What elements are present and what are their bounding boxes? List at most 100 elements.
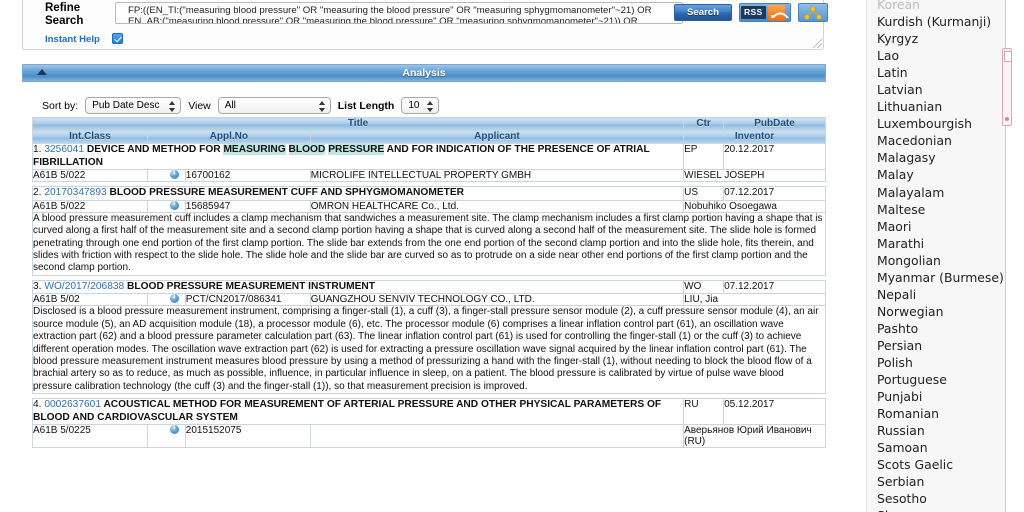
language-item[interactable]: Marathi (877, 235, 1005, 252)
resize-grip-icon[interactable] (813, 39, 822, 48)
result-inventor: WIESEL JOSEPH (683, 169, 826, 183)
language-item[interactable]: Samoan (877, 439, 1005, 456)
language-item[interactable]: Lithuanian (877, 98, 1005, 115)
language-item[interactable]: Maori (877, 218, 1005, 235)
result-int-class: A61B 5/022 (32, 199, 148, 213)
language-item[interactable]: Malayalam (877, 184, 1005, 201)
refine-label-line2: Search (45, 15, 84, 27)
header-applicant[interactable]: Applicant (309, 130, 685, 144)
publication-number-link[interactable]: 20170347893 (44, 187, 106, 198)
language-item[interactable]: Mongolian (877, 252, 1005, 269)
result-pubdate: 05.12.2017 (723, 398, 826, 426)
table-row-abstract: Disclosed is a blood pressure measuremen… (32, 305, 826, 395)
result-title-cell: 1. 3256041 DEVICE AND METHOD FOR MEASURI… (31, 142, 685, 171)
publication-number-link[interactable]: 0002637601 (44, 399, 101, 410)
language-item[interactable]: Maltese (877, 201, 1005, 218)
result-inventor: LIU, Jia (683, 293, 826, 307)
page-root: Refine Search FP:((EN_TI:("measuring blo… (0, 0, 1024, 512)
search-button[interactable]: Search (674, 4, 732, 21)
language-list: Korean Kurdish (Kurmanji) Kyrgyz Lao Latin La… (877, 0, 1005, 512)
sort-by-value: Pub Date Desc (92, 100, 160, 111)
stepper-arrows-icon (169, 101, 176, 112)
table-row-detail: A61B 5/0225 2015152075 Аверьянов Юрий Иван… (32, 423, 826, 449)
info-icon[interactable] (169, 168, 179, 180)
language-item[interactable]: Malay (877, 166, 1005, 183)
language-item[interactable]: Lao (877, 47, 1005, 64)
language-item[interactable]: Latvian (877, 81, 1005, 98)
instant-help-link[interactable]: Instant Help (45, 34, 100, 45)
list-length-select[interactable]: 10 (401, 97, 440, 114)
highlighted-term: BLOOD (288, 144, 326, 155)
header-row-bottom: Int.Class Appl.No Applicant Inventor (32, 130, 826, 144)
language-item[interactable]: Myanmar (Burmese) (877, 269, 1005, 286)
table-row: 2. 20170347893 BLOOD PRESSURE MEASUREMEN… (31, 186, 826, 201)
language-item[interactable]: Shona (877, 507, 1005, 512)
language-item[interactable]: Romanian (877, 405, 1005, 422)
results-table-body: 1. 3256041 DEVICE AND METHOD FOR MEASURI… (31, 142, 826, 449)
table-row: 1. 3256041 DEVICE AND METHOD FOR MEASURI… (31, 142, 826, 171)
sort-by-select[interactable]: Pub Date Desc (85, 97, 182, 114)
instant-help-checkbox[interactable] (112, 33, 123, 44)
publication-number-link[interactable]: 3256041 (44, 144, 84, 155)
language-item[interactable]: Sesotho (877, 490, 1005, 507)
language-item[interactable]: Pashto (877, 320, 1005, 337)
result-title-cell: 2. 20170347893 BLOOD PRESSURE MEASUREMEN… (31, 186, 685, 201)
result-index: 2. (33, 187, 45, 199)
list-length-label: List Length (337, 99, 395, 112)
highlighted-term: MEASURING (223, 144, 286, 155)
title-text: DEVICE AND METHOD FOR (86, 144, 224, 155)
result-index: 4. (33, 399, 45, 411)
refine-label-line1: Refine (45, 2, 81, 14)
search-query-input[interactable]: FP:((EN_TI:("measuring blood pressure" O… (115, 2, 683, 24)
info-icon[interactable] (169, 423, 179, 435)
header-int-class[interactable]: Int.Class (32, 130, 148, 144)
header-inventor[interactable]: Inventor (683, 130, 826, 144)
language-item[interactable]: Malagasy (877, 149, 1005, 166)
rss-label: RSS (741, 6, 766, 19)
header-title[interactable]: Title (31, 117, 685, 131)
table-row-abstract: A blood pressure measurement cuff includ… (32, 211, 826, 276)
share-network-button[interactable] (798, 3, 828, 22)
language-item[interactable]: Portuguese (877, 371, 1005, 388)
language-item[interactable]: Polish (877, 354, 1005, 371)
language-item[interactable]: Nepali (877, 286, 1005, 303)
result-appl-no: 2015152075 (184, 424, 311, 449)
results-table-head: Title Ctr PubDate Int.Class Appl.No Appl… (31, 117, 826, 144)
publication-number-link[interactable]: WO/2017/206838 (44, 281, 124, 292)
result-int-class: A61B 5/02 (32, 293, 148, 307)
language-item[interactable]: Kurdish (Kurmanji) (877, 13, 1005, 30)
result-abstract: Disclosed is a blood pressure measuremen… (32, 305, 826, 395)
result-inventor: Аверьянов Юрий Иванович (RU) (683, 424, 826, 449)
info-icon[interactable] (169, 199, 179, 210)
result-applicant (309, 424, 685, 449)
view-select[interactable]: All (217, 97, 331, 114)
table-row-detail: A61B 5/022 15685947OMRON HEALTHCARE Co., … (32, 199, 826, 213)
header-appl-no[interactable]: Appl.No (146, 130, 311, 144)
language-item[interactable]: Luxembourgish (877, 115, 1005, 132)
analysis-section-bar[interactable]: Analysis (22, 64, 826, 82)
language-item[interactable]: Macedonian (877, 132, 1005, 149)
results-table: Title Ctr PubDate Int.Class Appl.No Appl… (31, 117, 826, 449)
result-info-cell (146, 292, 186, 307)
stepper-arrows-icon (318, 101, 326, 112)
header-pubdate[interactable]: PubDate (723, 117, 826, 131)
language-item[interactable]: Serbian (877, 473, 1005, 490)
language-item[interactable]: Russian (877, 422, 1005, 439)
language-item[interactable]: Latin (877, 64, 1005, 81)
result-appl-no: 16700162 (184, 169, 311, 183)
language-item[interactable]: Korean (877, 0, 1005, 13)
result-country: WO (683, 279, 725, 295)
language-item[interactable]: Kyrgyz (877, 30, 1005, 47)
language-item[interactable]: Scots Gaelic (877, 456, 1005, 473)
result-index: 1. (33, 144, 45, 155)
language-item[interactable]: Norwegian (877, 303, 1005, 320)
language-list-sidebar[interactable]: Korean Kurdish (Kurmanji) Kyrgyz Lao Latin La… (866, 0, 1006, 512)
result-info-cell (146, 423, 186, 449)
header-ctr[interactable]: Ctr (683, 117, 725, 131)
rss-button[interactable]: RSS (739, 3, 791, 22)
language-item[interactable]: Persian (877, 337, 1005, 354)
collapse-caret-icon[interactable] (37, 69, 47, 75)
info-icon[interactable] (169, 292, 179, 304)
language-item[interactable]: Punjabi (877, 388, 1005, 405)
view-value: All (224, 100, 236, 111)
